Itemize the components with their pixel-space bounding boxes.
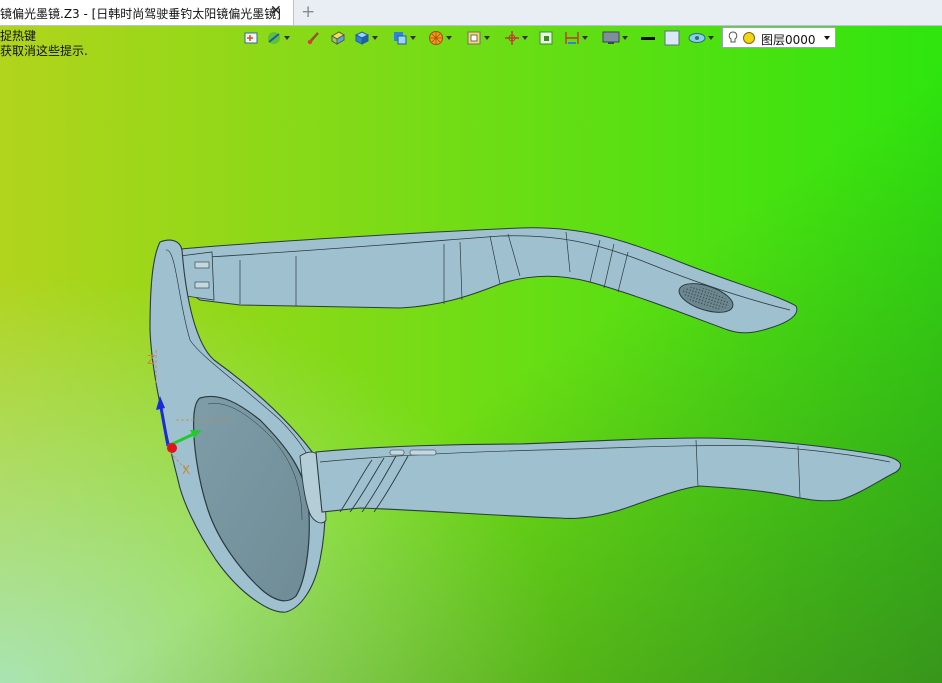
close-icon[interactable]: ✕ bbox=[270, 3, 282, 19]
box-shade-icon[interactable] bbox=[330, 27, 346, 49]
measure-icon[interactable] bbox=[564, 27, 588, 49]
monitor-icon[interactable] bbox=[602, 27, 628, 49]
viewport-canvas[interactable]: Z X bbox=[0, 0, 942, 683]
view-cube-icon[interactable] bbox=[392, 27, 416, 49]
eye-layer-icon[interactable] bbox=[688, 27, 714, 49]
axis-z-label: Z bbox=[147, 353, 155, 367]
window-icon[interactable] bbox=[538, 27, 554, 49]
view-icon[interactable] bbox=[243, 27, 259, 49]
hotkey-hint: 捉热键 获取消这些提示. bbox=[0, 29, 88, 59]
layer-dropdown[interactable]: 图层0000 bbox=[722, 27, 836, 48]
new-tab-button[interactable]: + bbox=[301, 2, 315, 22]
hint-line-1: 捉热键 bbox=[0, 29, 37, 43]
frame-icon[interactable] bbox=[466, 27, 490, 49]
chevron-down-icon[interactable] bbox=[824, 36, 830, 40]
line-style-icon[interactable] bbox=[640, 27, 656, 49]
bulb-icon bbox=[728, 31, 755, 44]
layer-selected-value: 图层0000 bbox=[761, 33, 816, 47]
3d-viewport[interactable]: Z X bbox=[0, 0, 942, 683]
background-tint-bottom-right bbox=[0, 0, 942, 683]
shading-icon[interactable] bbox=[266, 27, 290, 49]
color-swatch-icon[interactable] bbox=[664, 27, 680, 49]
document-tab-bar: 镜偏光墨镜.Z3 - [日韩时尚驾驶垂钓太阳镜偏光墨镜] ✕ + bbox=[0, 0, 942, 26]
axis-x-label: X bbox=[182, 463, 190, 477]
document-tab-title: 镜偏光墨镜.Z3 - [日韩时尚驾驶垂钓太阳镜偏光墨镜] bbox=[0, 7, 281, 21]
document-tab[interactable]: 镜偏光墨镜.Z3 - [日韩时尚驾驶垂钓太阳镜偏光墨镜] ✕ bbox=[0, 0, 294, 25]
cube-icon[interactable] bbox=[354, 27, 378, 49]
color-wheel-icon[interactable] bbox=[428, 27, 452, 49]
hint-line-2: 获取消这些提示. bbox=[0, 44, 88, 58]
axis-icon[interactable] bbox=[504, 27, 528, 49]
brush-icon[interactable] bbox=[306, 27, 322, 49]
